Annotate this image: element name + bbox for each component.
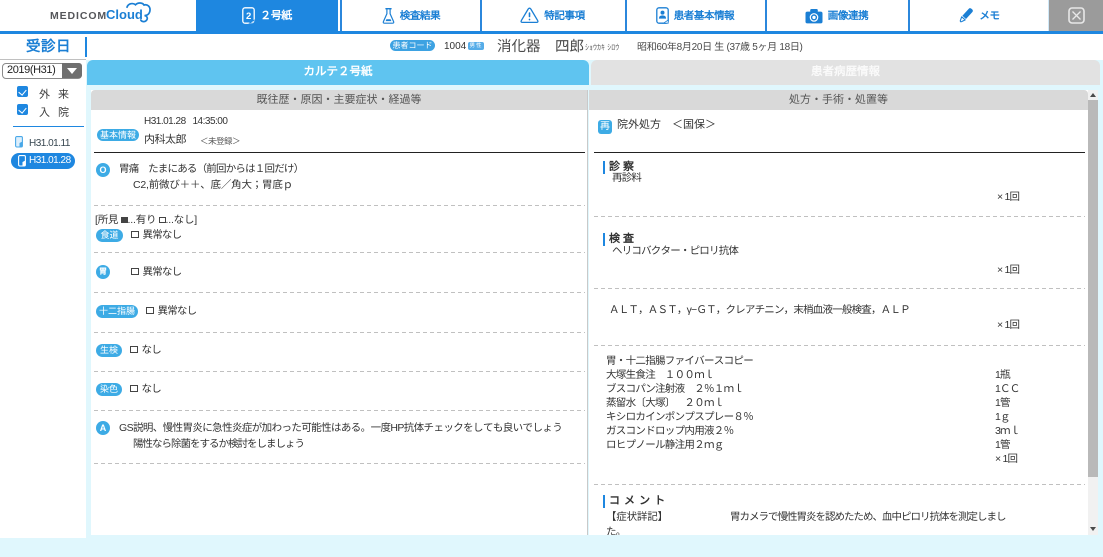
svg-text:2: 2: [246, 11, 251, 22]
